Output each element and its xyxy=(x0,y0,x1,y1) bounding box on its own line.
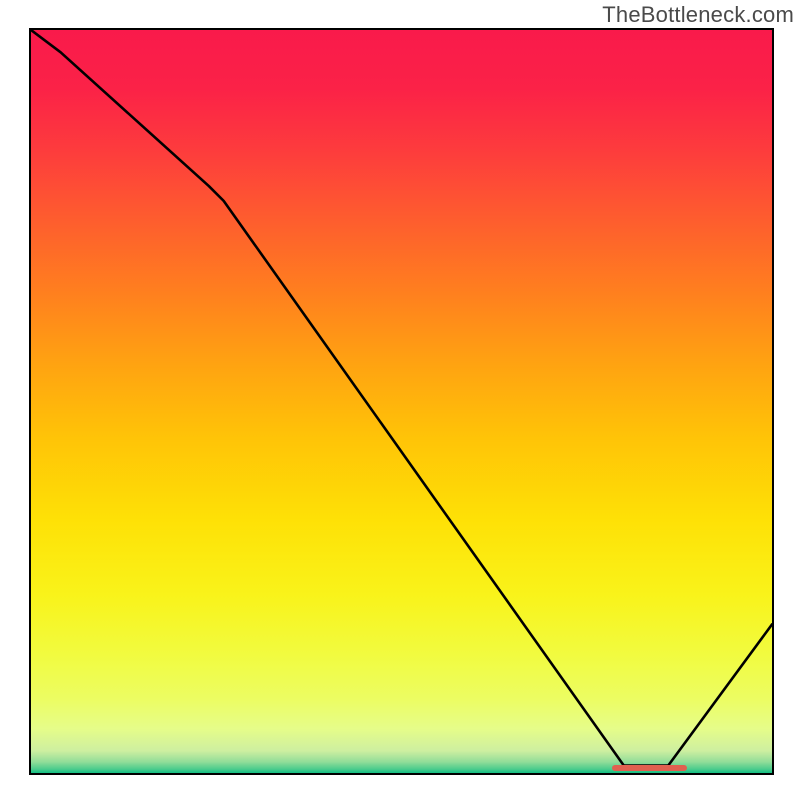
watermark-text: TheBottleneck.com xyxy=(602,2,794,28)
minimum-marker xyxy=(612,765,687,771)
bottleneck-curve-path xyxy=(31,30,772,766)
bottleneck-curve xyxy=(31,30,772,773)
chart-frame: TheBottleneck.com xyxy=(0,0,800,800)
plot-area xyxy=(29,28,774,775)
